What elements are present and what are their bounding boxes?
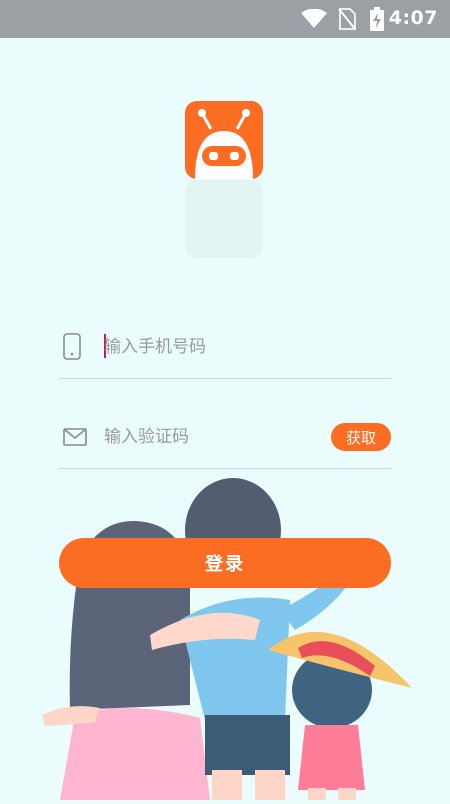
login-button[interactable]: 登录	[59, 538, 391, 588]
code-field-row: 获取	[58, 408, 391, 469]
logo-reflection	[185, 180, 263, 258]
verification-code-input[interactable]	[104, 422, 324, 452]
robot-logo-icon	[185, 101, 263, 179]
battery-charging-icon	[370, 7, 384, 35]
wifi-icon	[301, 8, 327, 33]
status-time: 4:07	[388, 7, 438, 29]
envelope-icon	[63, 428, 87, 450]
phone-field-row	[58, 318, 391, 379]
no-sim-icon	[338, 8, 356, 34]
get-code-button[interactable]: 获取	[331, 423, 391, 451]
phone-input[interactable]	[104, 332, 324, 362]
family-illustration	[40, 470, 420, 800]
phone-icon	[63, 333, 81, 364]
status-bar: 4:07	[0, 0, 450, 38]
